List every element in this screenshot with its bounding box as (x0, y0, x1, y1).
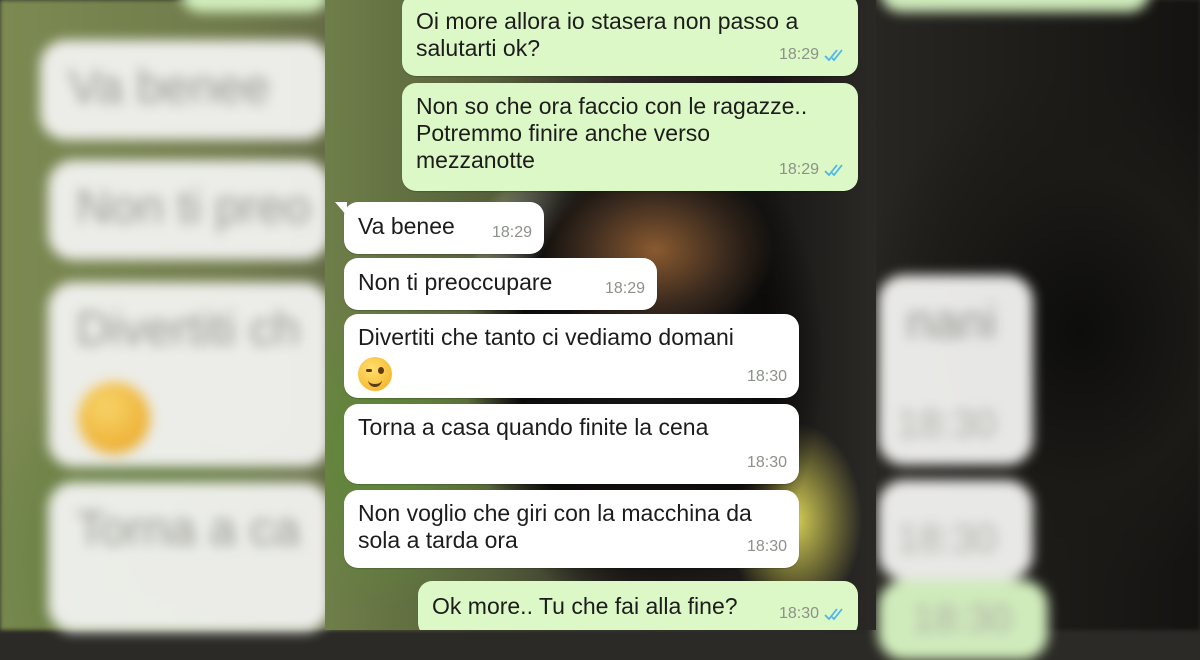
blurred-bubble-6: 18:30 (878, 480, 1033, 580)
read-receipt-icon (824, 607, 843, 620)
bubble-tail (335, 202, 347, 216)
message-meta: 18:29 (605, 275, 645, 302)
read-receipt-icon (824, 48, 843, 61)
blurred-bubble-2: Non ti preo (48, 160, 330, 260)
message-text: Divertiti che tanto ci vediamo domani (358, 324, 734, 350)
read-receipt-icon (824, 163, 843, 176)
message-time: 18:30 (746, 538, 787, 555)
message-meta: 18:29 (779, 156, 846, 183)
message-incoming[interactable]: Non ti preoccupare 18:29 (344, 258, 657, 310)
chat-conversation[interactable]: Oi more allora io stasera non passo a sa… (325, 0, 876, 630)
blurred-bubble-3: Divertiti ch (48, 282, 330, 467)
message-outgoing[interactable]: Oi more allora io stasera non passo a sa… (402, 0, 858, 76)
message-time: 18:29 (491, 224, 532, 241)
winking-face-emoji-icon (358, 357, 392, 391)
blurred-bubble-top-left (180, 0, 330, 12)
blurred-bubble-1: Va benee (40, 40, 330, 140)
message-meta: 18:29 (779, 41, 846, 68)
message-incoming[interactable]: Divertiti che tanto ci vediamo domani 18… (344, 314, 799, 398)
message-meta: 18:30 (747, 449, 787, 476)
message-incoming[interactable]: Torna a casa quando finite la cena 18:30 (344, 404, 799, 484)
message-text: Non ti preoccupare (358, 269, 553, 295)
message-meta: 18:30 (747, 363, 787, 390)
message-incoming[interactable]: Va benee 18:29 (335, 202, 544, 254)
blurred-bubble-5: nani 18:30 (878, 275, 1033, 465)
message-outgoing[interactable]: Non so che ora faccio con le ragazze.. P… (402, 83, 858, 191)
message-meta: 18:29 (492, 219, 532, 246)
blurred-bubble-7: 18:30 (878, 580, 1048, 660)
message-time: 18:29 (778, 161, 819, 178)
message-time: 18:29 (604, 280, 645, 297)
message-time: 18:30 (746, 454, 787, 471)
message-incoming[interactable]: Non voglio che giri con la macchina da s… (344, 490, 799, 568)
message-meta: 18:30 (747, 533, 787, 560)
blurred-bubble-top-right (880, 0, 1150, 12)
message-text: Torna a casa quando finite la cena (358, 414, 709, 440)
message-time: 18:30 (778, 605, 819, 622)
blurred-bubble-4: Torna a ca (48, 482, 330, 632)
message-time: 18:30 (746, 368, 787, 385)
message-meta: 18:30 (779, 600, 846, 627)
message-time: 18:29 (778, 46, 819, 63)
message-text: Non voglio che giri con la macchina da s… (358, 500, 752, 553)
message-outgoing[interactable]: Ok more.. Tu che fai alla fine? 18:30 (418, 581, 858, 630)
